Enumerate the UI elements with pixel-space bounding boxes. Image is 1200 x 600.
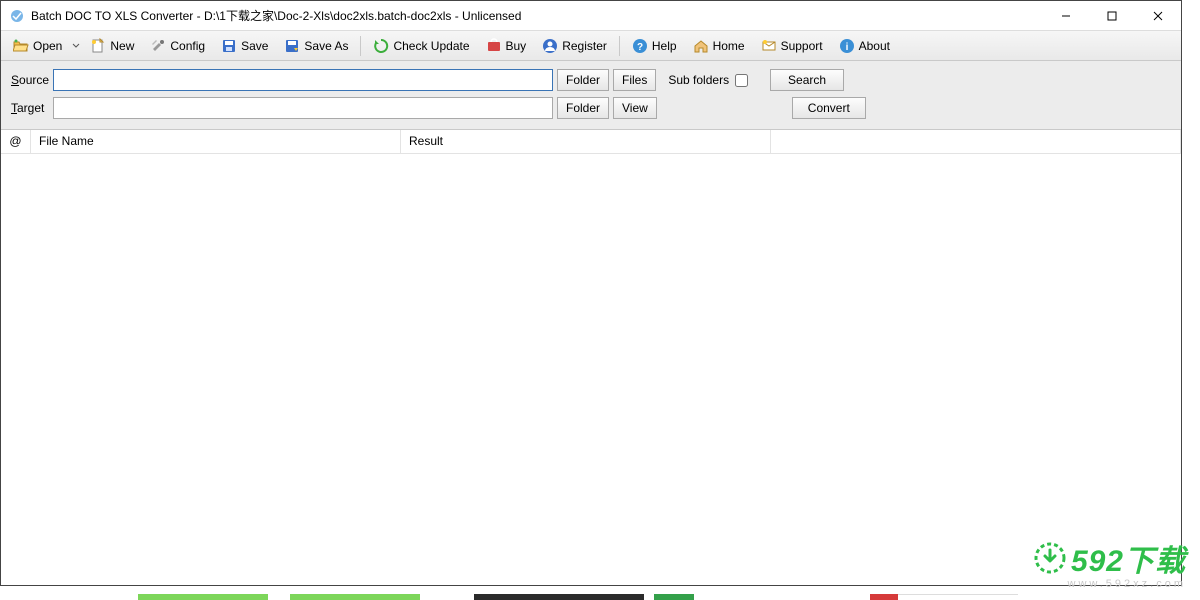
home-button[interactable]: Home [686, 34, 752, 58]
open-label: Open [33, 39, 62, 53]
app-icon [9, 8, 25, 24]
help-button[interactable]: ? Help [625, 34, 684, 58]
buy-button[interactable]: Buy [479, 34, 534, 58]
about-icon: i [839, 38, 855, 54]
save-label: Save [241, 39, 268, 53]
col-spacer [771, 130, 1181, 153]
register-icon [542, 38, 558, 54]
check-update-label: Check Update [393, 39, 469, 53]
title-bar: Batch DOC TO XLS Converter - D:\1下载之家\Do… [1, 1, 1181, 31]
new-label: New [110, 39, 134, 53]
toolbar-separator [360, 36, 361, 56]
target-folder-button[interactable]: Folder [557, 97, 609, 119]
buy-label: Buy [506, 39, 527, 53]
task-fragment [290, 594, 420, 600]
search-button[interactable]: Search [770, 69, 844, 91]
subfolders-checkbox[interactable] [735, 74, 748, 87]
convert-button[interactable]: Convert [792, 97, 866, 119]
window-title: Batch DOC TO XLS Converter - D:\1下载之家\Do… [31, 7, 1043, 24]
svg-text:?: ? [637, 42, 643, 53]
update-icon [373, 38, 389, 54]
about-button[interactable]: i About [832, 34, 897, 58]
support-icon [761, 38, 777, 54]
config-icon [150, 38, 166, 54]
toolbar-separator [619, 36, 620, 56]
check-update-button[interactable]: Check Update [366, 34, 476, 58]
new-file-icon [90, 38, 106, 54]
maximize-button[interactable] [1089, 1, 1135, 31]
svg-text:i: i [845, 42, 848, 53]
open-button[interactable]: Open [6, 34, 69, 58]
help-icon: ? [632, 38, 648, 54]
minimize-button[interactable] [1043, 1, 1089, 31]
save-icon [221, 38, 237, 54]
source-folder-button[interactable]: Folder [557, 69, 609, 91]
col-at[interactable]: @ [1, 130, 31, 153]
col-result[interactable]: Result [401, 130, 771, 153]
task-fragment [474, 594, 644, 600]
save-as-icon [284, 38, 300, 54]
task-fragment [138, 594, 268, 600]
path-form: Source Folder Files Sub folders Search T… [1, 61, 1181, 130]
register-label: Register [562, 39, 607, 53]
task-fragment [654, 594, 694, 600]
main-toolbar: Open New Config Save Save As Check Updat… [1, 31, 1181, 61]
about-label: About [859, 39, 890, 53]
support-button[interactable]: Support [754, 34, 830, 58]
file-table-header: @ File Name Result [1, 130, 1181, 154]
home-icon [693, 38, 709, 54]
source-label: Source [11, 73, 53, 87]
support-label: Support [781, 39, 823, 53]
help-label: Help [652, 39, 677, 53]
task-fragment [268, 594, 290, 600]
save-as-button[interactable]: Save As [277, 34, 355, 58]
new-button[interactable]: New [83, 34, 141, 58]
source-input[interactable] [53, 69, 553, 91]
folder-open-icon [13, 38, 29, 54]
open-dropdown[interactable] [70, 42, 82, 50]
save-as-label: Save As [304, 39, 348, 53]
subfolders-label: Sub folders [668, 73, 729, 87]
register-button[interactable]: Register [535, 34, 614, 58]
target-input[interactable] [53, 97, 553, 119]
col-filename[interactable]: File Name [31, 130, 401, 153]
target-label: Target [11, 101, 53, 115]
source-files-button[interactable]: Files [613, 69, 656, 91]
config-label: Config [170, 39, 205, 53]
home-label: Home [713, 39, 745, 53]
target-view-button[interactable]: View [613, 97, 657, 119]
config-button[interactable]: Config [143, 34, 212, 58]
buy-icon [486, 38, 502, 54]
save-button[interactable]: Save [214, 34, 275, 58]
close-button[interactable] [1135, 1, 1181, 31]
task-fragment [898, 594, 1018, 600]
file-table-body [1, 154, 1181, 548]
task-fragment [870, 594, 898, 600]
